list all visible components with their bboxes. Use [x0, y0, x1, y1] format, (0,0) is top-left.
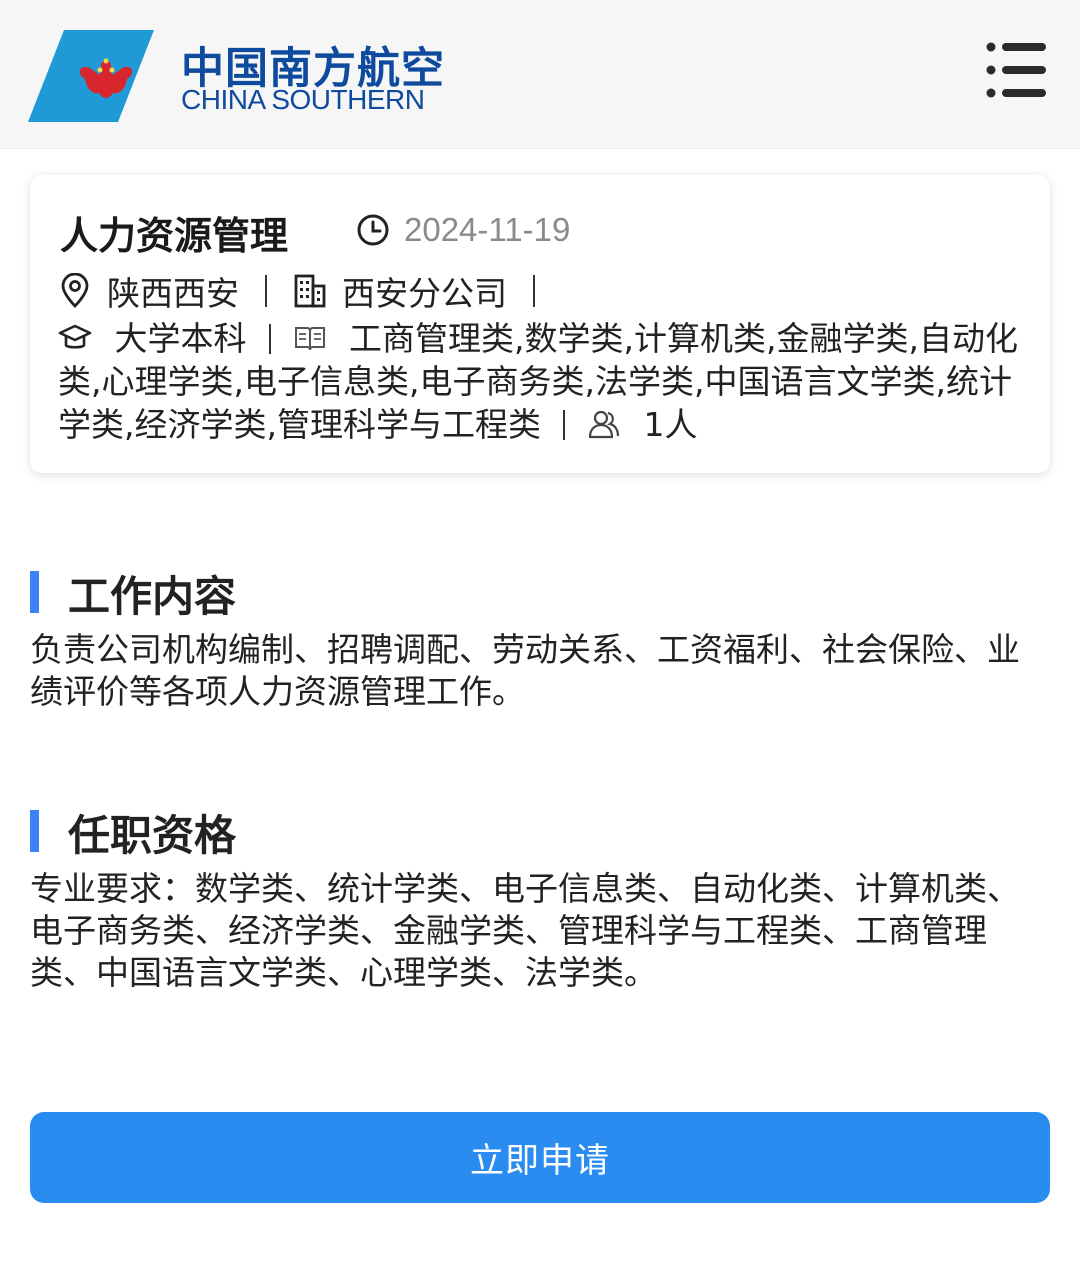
company-text: 西安分公司 [342, 274, 507, 313]
brand-name-en: CHINA SOUTHERN [181, 84, 425, 115]
graduation-cap-icon [58, 324, 92, 349]
headcount-text: 1人 [643, 405, 698, 444]
top-header: 中国南方航空 CHINA SOUTHERN [0, 0, 1080, 149]
job-summary-card: 人力资源管理 2024-11-19 陕西西安 西安分公司 大学本科 工商管理类,… [30, 175, 1050, 473]
clock-icon [357, 214, 389, 246]
requirements-block: 大学本科 工商管理类,数学类,计算机类,金融学类,自动化类,心理学类,电子信息类… [58, 317, 1020, 446]
post-date: 2024-11-19 [356, 210, 570, 250]
work-content-title: 工作内容 [68, 572, 237, 621]
education-text: 大学本科 [114, 319, 247, 358]
qualification-body: 专业要求：数学类、统计学类、电子信息类、自动化类、计算机类、电子商务类、经济学类… [30, 869, 1020, 992]
menu-list-icon[interactable] [982, 40, 1048, 100]
job-title: 人力资源管理 [60, 214, 289, 258]
section-accent-bar [30, 810, 39, 852]
building-icon [294, 274, 326, 308]
divider [562, 410, 565, 440]
qualification-title: 任职资格 [68, 811, 237, 860]
post-date-text: 2024-11-19 [404, 211, 571, 248]
china-southern-logo-icon[interactable] [28, 30, 156, 122]
section-accent-bar [30, 571, 39, 613]
apply-now-button[interactable]: 立即申请 [30, 1112, 1050, 1203]
people-icon [588, 410, 620, 439]
divider [268, 324, 271, 354]
location-text: 陕西西安 [107, 274, 239, 313]
book-icon [294, 327, 325, 351]
work-content-body: 负责公司机构编制、招聘调配、劳动关系、工资福利、社会保险、业绩评价等各项人力资源… [30, 630, 1020, 711]
location-pin-icon [61, 273, 89, 308]
divider [533, 275, 535, 307]
divider [265, 275, 267, 307]
location-row: 陕西西安 西安分公司 [58, 267, 561, 315]
